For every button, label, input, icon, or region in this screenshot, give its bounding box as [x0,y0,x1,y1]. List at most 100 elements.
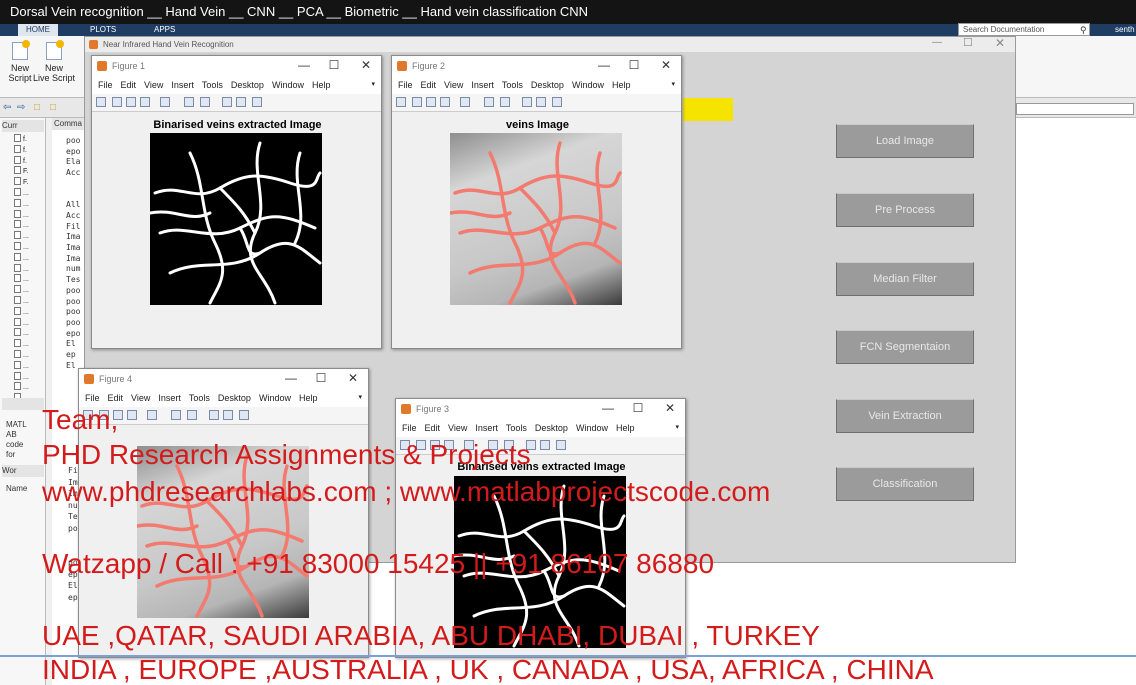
minimize-icon[interactable]: — [284,371,298,385]
folder-item[interactable]: ... [14,231,46,242]
path-dropdown[interactable] [1016,103,1134,115]
search-icon[interactable]: ⚲ [1080,25,1087,36]
menu-item-insert[interactable]: Insert [475,423,498,433]
folder-item[interactable]: ... [14,317,46,329]
menu-item-view[interactable]: View [144,80,163,90]
menu-item-edit[interactable]: Edit [421,80,437,90]
new-figure-icon[interactable] [396,97,406,107]
menu-expand-icon[interactable]: ▾ [371,76,375,94]
print-preview-icon[interactable] [160,97,170,107]
folder-item[interactable]: f. [14,144,46,156]
fcn-segmentation-button[interactable]: FCN Segmentaion [836,330,974,364]
insert-colorbar-icon[interactable] [500,97,510,107]
menu-item-help[interactable]: Help [612,80,631,90]
property-editor-icon[interactable] [556,440,566,450]
link-icon[interactable] [171,410,181,420]
menu-item-desktop[interactable]: Desktop [218,393,251,403]
menu-item-desktop[interactable]: Desktop [535,423,568,433]
video-progress-bar[interactable] [0,655,1136,657]
minimize-icon[interactable]: — [597,58,611,72]
menu-item-insert[interactable]: Insert [171,80,194,90]
menu-item-desktop[interactable]: Desktop [531,80,564,90]
folder-item[interactable]: ... [14,339,46,350]
pre-process-button[interactable]: Pre Process [836,193,974,227]
print-icon[interactable] [140,97,150,107]
folder-item[interactable]: ... [14,306,46,318]
folder-item[interactable]: ... [14,285,46,296]
menu-item-window[interactable]: Window [572,80,604,90]
folder-item[interactable]: ... [14,274,46,285]
menu-item-tools[interactable]: Tools [189,393,210,403]
new-live-script-button[interactable]: New Live Script [32,40,76,83]
property-editor-icon[interactable] [552,97,562,107]
browse-folder-icon[interactable]: □ [50,102,61,113]
close-icon[interactable]: ✕ [359,58,373,72]
folder-item[interactable]: ... [14,328,46,339]
menu-item-window[interactable]: Window [259,393,291,403]
pointer-icon[interactable] [223,410,233,420]
new-figure-icon[interactable] [96,97,106,107]
maximize-icon[interactable]: ☐ [327,58,341,72]
link-icon[interactable] [484,97,494,107]
folder-item[interactable]: f. [14,134,46,145]
menu-item-help[interactable]: Help [299,393,318,403]
median-filter-button[interactable]: Median Filter [836,262,974,296]
load-image-button[interactable]: Load Image [836,124,974,158]
menu-expand-icon[interactable]: ▾ [675,419,679,437]
minimize-icon[interactable]: — [932,37,942,48]
minimize-icon[interactable]: — [297,58,311,72]
folder-item[interactable]: ... [14,296,46,307]
maximize-icon[interactable]: ☐ [314,371,328,385]
menu-item-desktop[interactable]: Desktop [231,80,264,90]
print-preview-icon[interactable] [460,97,470,107]
close-icon[interactable]: ✕ [663,401,677,415]
menu-item-help[interactable]: Help [616,423,635,433]
menu-item-window[interactable]: Window [272,80,304,90]
pointer-icon[interactable] [536,97,546,107]
vein-extraction-button[interactable]: Vein Extraction [836,399,974,433]
open-icon[interactable] [412,97,422,107]
folder-item[interactable]: ... [14,220,46,231]
save-icon[interactable] [126,97,136,107]
folder-up-icon[interactable]: □ [34,102,45,113]
folder-item[interactable]: ... [14,371,46,383]
user-name[interactable]: senth [1115,24,1135,36]
menu-item-file[interactable]: File [85,393,100,403]
classification-button[interactable]: Classification [836,467,974,501]
menu-item-view[interactable]: View [131,393,150,403]
menu-expand-icon[interactable]: ▾ [671,76,675,94]
menu-item-file[interactable]: File [398,80,413,90]
folder-item[interactable]: ... [14,209,46,221]
minimize-icon[interactable]: — [601,401,615,415]
close-icon[interactable]: ✕ [346,371,360,385]
maximize-icon[interactable]: ☐ [631,401,645,415]
close-icon[interactable]: ✕ [995,36,1005,50]
menu-item-window[interactable]: Window [576,423,608,433]
menu-item-tools[interactable]: Tools [506,423,527,433]
print-icon[interactable] [127,410,137,420]
insert-legend-icon[interactable] [522,97,532,107]
menu-item-tools[interactable]: Tools [502,80,523,90]
menu-item-file[interactable]: File [98,80,113,90]
tab-plots[interactable]: PLOTS [82,24,124,36]
forward-arrow-icon[interactable]: ⇨ [17,102,28,113]
menu-item-tools[interactable]: Tools [202,80,223,90]
back-arrow-icon[interactable]: ⇦ [3,102,14,113]
folder-item[interactable]: f. [14,155,46,167]
menu-item-file[interactable]: File [402,423,417,433]
property-editor-icon[interactable] [252,97,262,107]
folder-item[interactable]: ... [14,188,46,199]
folder-item[interactable]: ... [14,382,46,393]
menu-item-edit[interactable]: Edit [425,423,441,433]
workspace-name-column[interactable]: Name [6,484,27,493]
insert-colorbar-icon[interactable] [200,97,210,107]
folder-item[interactable]: F. [14,177,46,188]
tab-home[interactable]: HOME [18,24,58,36]
menu-item-view[interactable]: View [448,423,467,433]
insert-colorbar-icon[interactable] [187,410,197,420]
menu-item-insert[interactable]: Insert [158,393,181,403]
property-editor-icon[interactable] [239,410,249,420]
folder-item[interactable]: ... [14,198,46,210]
folder-item[interactable]: F. [14,166,46,177]
folder-item[interactable]: ... [14,350,46,361]
